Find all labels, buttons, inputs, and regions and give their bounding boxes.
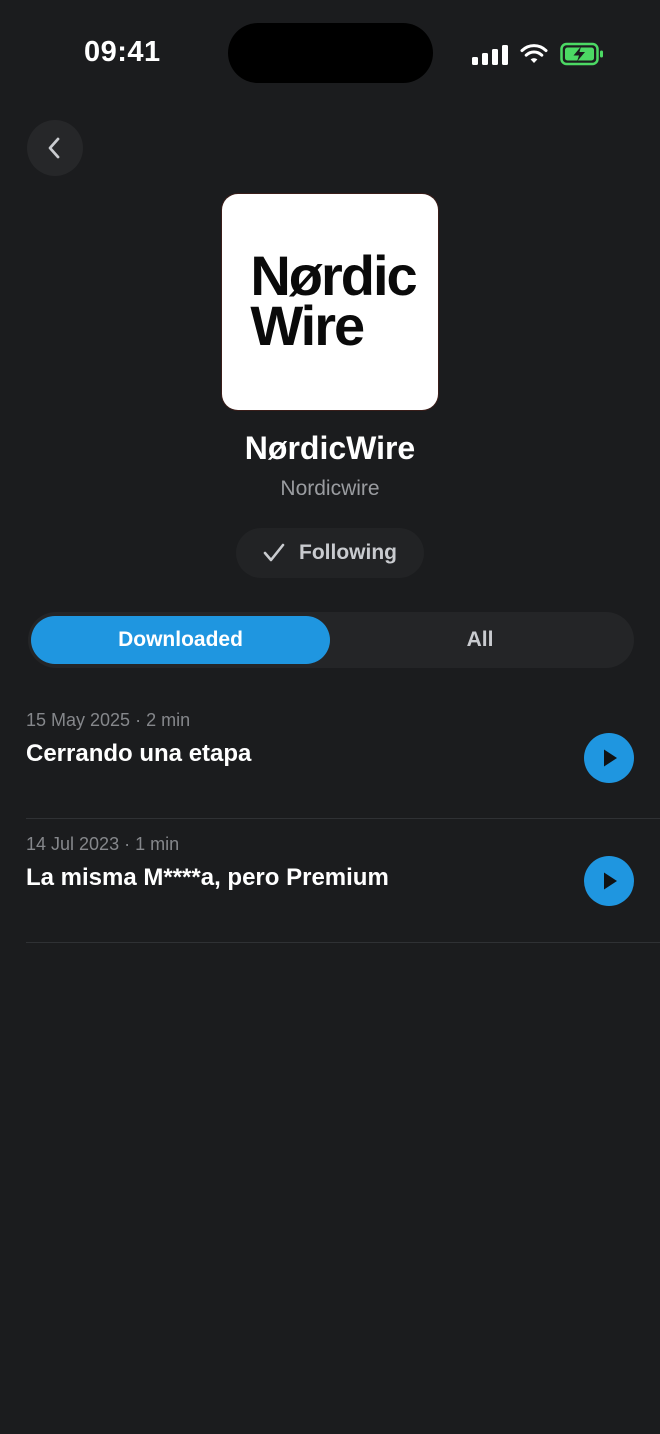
tab-all-label: All (466, 628, 494, 651)
chevron-left-icon (48, 137, 60, 159)
episode-row[interactable]: 15 May 2025 · 2 min Cerrando una etapa (26, 695, 660, 819)
back-button[interactable] (27, 120, 83, 176)
play-icon (604, 749, 617, 767)
checkmark-icon (263, 543, 285, 562)
episode-title: La misma M****a, pero Premium (26, 864, 389, 891)
cellular-signal-icon (472, 43, 508, 65)
episode-filter-tabs: Downloaded All (28, 612, 634, 668)
tab-all[interactable]: All (330, 616, 630, 664)
show-author[interactable]: Nordicwire (0, 477, 660, 501)
tab-downloaded[interactable]: Downloaded (31, 616, 330, 664)
play-button[interactable] (584, 733, 634, 783)
show-logo-text: Nørdic Wire (250, 248, 417, 357)
episode-meta: 15 May 2025 · 2 min (26, 710, 191, 730)
wifi-icon (520, 44, 548, 63)
following-button[interactable]: Following (236, 528, 424, 578)
tab-downloaded-label: Downloaded (118, 628, 243, 651)
logo-line-2: Wire (250, 294, 365, 357)
episode-meta: 14 Jul 2023 · 1 min (26, 834, 180, 854)
battery-charging-icon (560, 42, 603, 66)
status-bar: 09:41 (0, 0, 660, 100)
following-label: Following (299, 541, 397, 564)
play-icon (604, 872, 617, 890)
dynamic-island (228, 23, 433, 83)
episode-title: Cerrando una etapa (26, 740, 252, 767)
show-artwork: Nørdic Wire (222, 194, 438, 410)
status-time: 09:41 (84, 36, 161, 68)
show-title: NørdicWire (244, 430, 416, 466)
status-icons (472, 40, 604, 68)
episode-row[interactable]: 14 Jul 2023 · 1 min La misma M****a, per… (26, 819, 660, 943)
podcast-show-screen: 09:41 Nørdic Wire NørdicWire Nordicwire … (0, 0, 660, 1434)
play-button[interactable] (584, 856, 634, 906)
